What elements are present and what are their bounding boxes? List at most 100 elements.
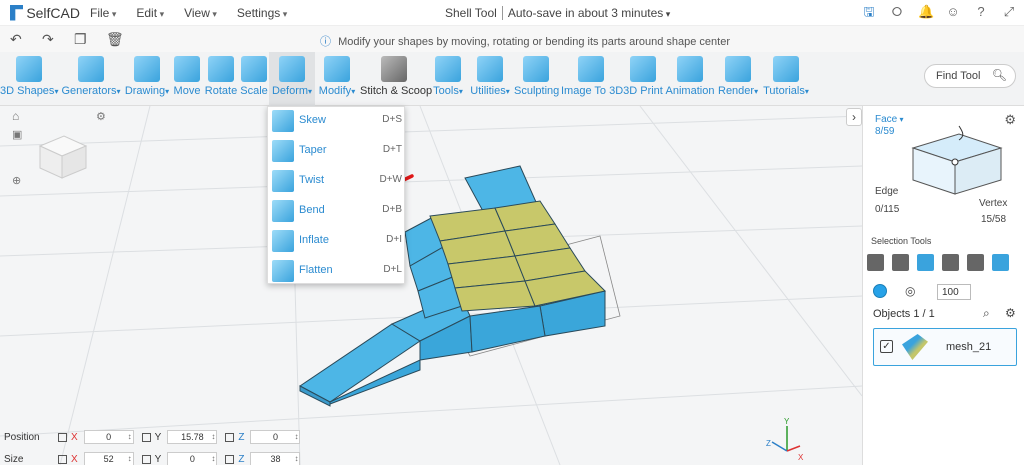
undo-icon[interactable]: ↶ bbox=[10, 31, 22, 48]
collapse-panel-button[interactable]: › bbox=[846, 108, 862, 126]
position-z-input[interactable]: 0 bbox=[250, 430, 301, 444]
size-y-input[interactable]: 0 bbox=[167, 452, 218, 465]
size-x-input[interactable]: 52 bbox=[83, 452, 134, 465]
tool-label: Image To 3D bbox=[561, 85, 624, 97]
axis-y-label: Y bbox=[154, 431, 162, 443]
axis-gizmo: Y Z X bbox=[766, 417, 804, 462]
select-paint-icon[interactable] bbox=[992, 254, 1009, 271]
modify-icon bbox=[324, 56, 350, 82]
select-vertex-icon[interactable] bbox=[967, 254, 984, 271]
redo-icon[interactable]: ↷ bbox=[42, 31, 54, 48]
select-object-icon[interactable] bbox=[867, 254, 884, 271]
brush-select-toggle[interactable] bbox=[873, 284, 887, 298]
tool-generators[interactable]: Generators bbox=[60, 56, 122, 97]
select-edge-icon[interactable] bbox=[942, 254, 959, 271]
menu-item-bend[interactable]: Bend D+B bbox=[268, 197, 404, 227]
camera-orbit-icon[interactable]: ⊕ bbox=[12, 175, 21, 187]
tool-scale[interactable]: Scale bbox=[240, 56, 268, 97]
share-icon[interactable]: ⭘ bbox=[890, 5, 904, 19]
menu-item-label: Skew bbox=[299, 114, 326, 126]
tool-image-to-3d[interactable]: Image To 3D bbox=[561, 56, 624, 97]
save-icon[interactable]: 🖫 bbox=[862, 5, 876, 19]
lock-y-checkbox[interactable] bbox=[141, 432, 151, 442]
tool-animation[interactable]: Animation bbox=[665, 56, 715, 97]
title-area: Shell Tool Auto-save in about 3 minutes bbox=[445, 6, 670, 20]
find-tool-placeholder: Find Tool bbox=[936, 70, 981, 82]
tool-label: Sculpting bbox=[514, 85, 560, 97]
tool-deform[interactable]: Deform bbox=[269, 52, 315, 106]
find-tool-search[interactable]: Find Tool 🔍︎ bbox=[924, 64, 1016, 88]
tool-stitch-scoop[interactable]: Stitch & Scoop bbox=[360, 56, 432, 97]
menu-item-skew[interactable]: Skew D+S bbox=[268, 107, 404, 137]
menu-item-inflate[interactable]: Inflate D+I bbox=[268, 227, 404, 257]
lock-x-checkbox[interactable] bbox=[58, 432, 67, 442]
gear-icon[interactable]: ⚙ bbox=[1005, 306, 1016, 320]
menu-edit[interactable]: Edit bbox=[136, 6, 164, 20]
delete-icon[interactable]: 🗑 bbox=[106, 31, 124, 48]
lock-z-checkbox[interactable] bbox=[225, 454, 235, 464]
selfcad-logo-icon bbox=[10, 4, 24, 21]
help-icon[interactable]: ? bbox=[974, 5, 988, 19]
hint-text: Modify your shapes by moving, rotating o… bbox=[338, 36, 731, 48]
brush-size-input[interactable]: 100 bbox=[937, 284, 971, 300]
lock-x-checkbox[interactable] bbox=[58, 454, 67, 464]
tool-label: Animation bbox=[665, 85, 715, 97]
account-icon[interactable]: ☺ bbox=[946, 5, 960, 19]
view-settings-icon[interactable]: ⚙ bbox=[96, 111, 106, 123]
action-bar: ↶ ↷ ❐ 🗑 ⓘ Modify your shapes by moving, … bbox=[0, 26, 1024, 52]
logo-text: SelfCAD bbox=[26, 4, 80, 21]
copy-icon[interactable]: ❐ bbox=[74, 31, 87, 48]
shortcut-label: D+B bbox=[382, 204, 402, 215]
tool-tools[interactable]: Tools bbox=[431, 56, 465, 97]
tool-rotate[interactable]: Rotate bbox=[204, 56, 238, 97]
app-logo[interactable]: SelfCAD bbox=[10, 4, 80, 21]
menu-item-flatten[interactable]: Flatten D+L bbox=[268, 257, 404, 287]
3d-shapes-icon bbox=[16, 56, 42, 82]
tool-tutorials[interactable]: Tutorials bbox=[762, 56, 810, 97]
fullscreen-icon[interactable]: ⤢ bbox=[1002, 5, 1016, 19]
menu-view[interactable]: View bbox=[184, 6, 217, 20]
tool-3d-print[interactable]: 3D Print bbox=[623, 56, 663, 97]
home-view-icon[interactable]: ⌂ bbox=[12, 109, 19, 123]
project-title[interactable]: Shell Tool bbox=[445, 6, 497, 20]
object-list-item[interactable]: ✓ mesh_21 bbox=[873, 328, 1017, 366]
size-z-input[interactable]: 38 bbox=[250, 452, 301, 465]
scene-canvas[interactable]: ⌂ ▣ ⊕ ⚙ Y Z X bbox=[0, 106, 862, 465]
tool-render[interactable]: Render bbox=[718, 56, 758, 97]
lock-z-checkbox[interactable] bbox=[225, 432, 235, 442]
tool-modify[interactable]: Modify bbox=[317, 56, 357, 97]
view-cube[interactable] bbox=[38, 135, 88, 179]
tool-label: Tutorials bbox=[762, 85, 810, 97]
tool-3d-shapes[interactable]: 3D Shapes bbox=[0, 56, 58, 97]
menu-item-twist[interactable]: Twist D+W bbox=[268, 167, 404, 197]
menu-item-taper[interactable]: Taper D+T bbox=[268, 137, 404, 167]
taper-icon bbox=[272, 140, 294, 162]
info-icon: ⓘ bbox=[320, 36, 331, 48]
position-x-input[interactable]: 0 bbox=[83, 430, 134, 444]
position-y-input[interactable]: 15.78 bbox=[167, 430, 218, 444]
tool-move[interactable]: Move bbox=[172, 56, 202, 97]
menu-file[interactable]: File bbox=[90, 6, 116, 20]
visibility-checkbox[interactable]: ✓ bbox=[880, 340, 893, 353]
select-face-icon[interactable] bbox=[917, 254, 934, 271]
selection-mode-cube-icon[interactable] bbox=[899, 122, 1011, 204]
tool-sculpting[interactable]: Sculpting bbox=[514, 56, 560, 97]
lock-y-checkbox[interactable] bbox=[141, 454, 151, 464]
select-mesh-icon[interactable] bbox=[892, 254, 909, 271]
focus-icon[interactable]: ▣ bbox=[12, 129, 22, 141]
render-icon bbox=[725, 56, 751, 82]
3d-viewport[interactable]: ⌂ ▣ ⊕ ⚙ Y Z X bbox=[0, 106, 862, 465]
menu-item-label: Taper bbox=[299, 144, 327, 156]
vertex-mode-label[interactable]: Vertex bbox=[979, 198, 1007, 209]
notification-bell-icon[interactable]: 🔔 bbox=[918, 5, 934, 19]
lasso-select-icon[interactable]: ◎ bbox=[905, 284, 915, 298]
tool-utilities[interactable]: Utilities bbox=[468, 56, 512, 97]
tool-drawing[interactable]: Drawing bbox=[124, 56, 170, 97]
tools-icon bbox=[435, 56, 461, 82]
menu-settings[interactable]: Settings bbox=[237, 6, 287, 20]
search-icon[interactable]: ⌕ bbox=[983, 306, 990, 321]
autosave-status[interactable]: Auto-save in about 3 minutes bbox=[508, 6, 670, 20]
size-row: Size X 52 Y 0 Z 38 bbox=[4, 452, 301, 465]
menu-item-label: Bend bbox=[299, 204, 325, 216]
edge-mode-label[interactable]: Edge bbox=[875, 186, 898, 197]
